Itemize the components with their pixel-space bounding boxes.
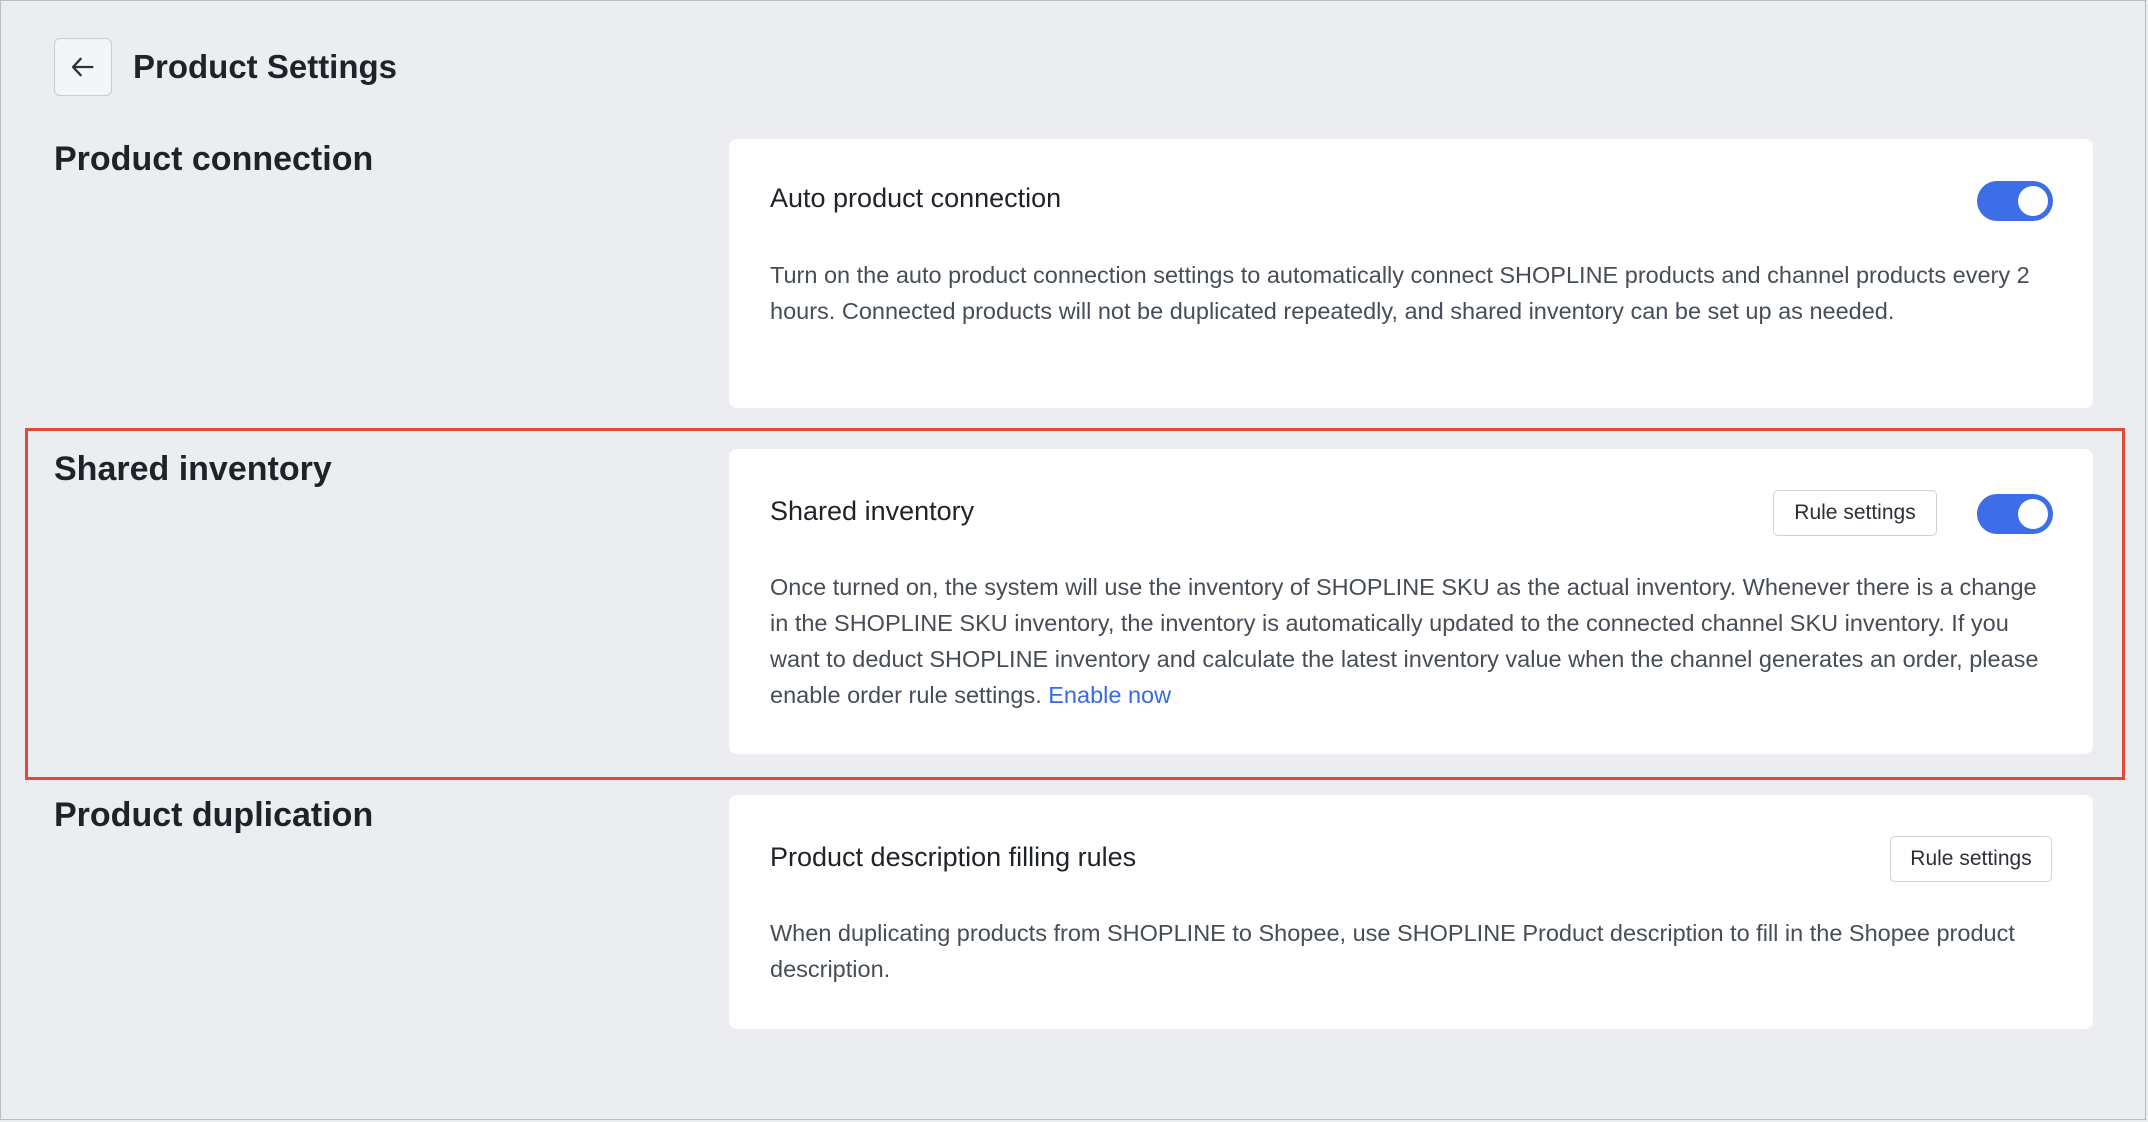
shared-inventory-description-text: Once turned on, the system will use the … bbox=[770, 574, 2039, 708]
back-button[interactable] bbox=[54, 38, 112, 96]
card-product-description-filling: Product description filling rules Rule s… bbox=[729, 795, 2093, 1029]
card-shared-inventory: Shared inventory Rule settings Once turn… bbox=[729, 449, 2093, 754]
page-title: Product Settings bbox=[133, 48, 398, 85]
section-title-product-connection: Product connection bbox=[54, 140, 374, 178]
card-description-shared-inventory: Once turned on, the system will use the … bbox=[770, 569, 2060, 713]
auto-connection-toggle[interactable] bbox=[1977, 181, 2053, 221]
card-description-description-filling: When duplicating products from SHOPLINE … bbox=[770, 920, 2015, 982]
section-title-shared-inventory: Shared inventory bbox=[54, 450, 332, 488]
inventory-rule-settings-button[interactable]: Rule settings bbox=[1773, 490, 1937, 536]
card-description-auto-connection: Turn on the auto product connection sett… bbox=[770, 262, 2030, 324]
duplication-rule-settings-button[interactable]: Rule settings bbox=[1890, 836, 2052, 882]
toggle-knob bbox=[2018, 186, 2048, 216]
page-header: Product Settings bbox=[54, 38, 397, 96]
section-title-product-duplication: Product duplication bbox=[54, 796, 374, 834]
card-title-description-filling: Product description filling rules bbox=[770, 842, 1137, 872]
card-title-shared-inventory: Shared inventory bbox=[770, 496, 975, 526]
toggle-knob bbox=[2018, 499, 2048, 529]
arrow-left-icon bbox=[69, 53, 97, 81]
card-title-auto-product-connection: Auto product connection bbox=[770, 183, 1062, 213]
enable-now-link[interactable]: Enable now bbox=[1048, 682, 1171, 708]
shared-inventory-toggle[interactable] bbox=[1977, 494, 2053, 534]
card-auto-product-connection: Auto product connection Turn on the auto… bbox=[729, 139, 2093, 408]
